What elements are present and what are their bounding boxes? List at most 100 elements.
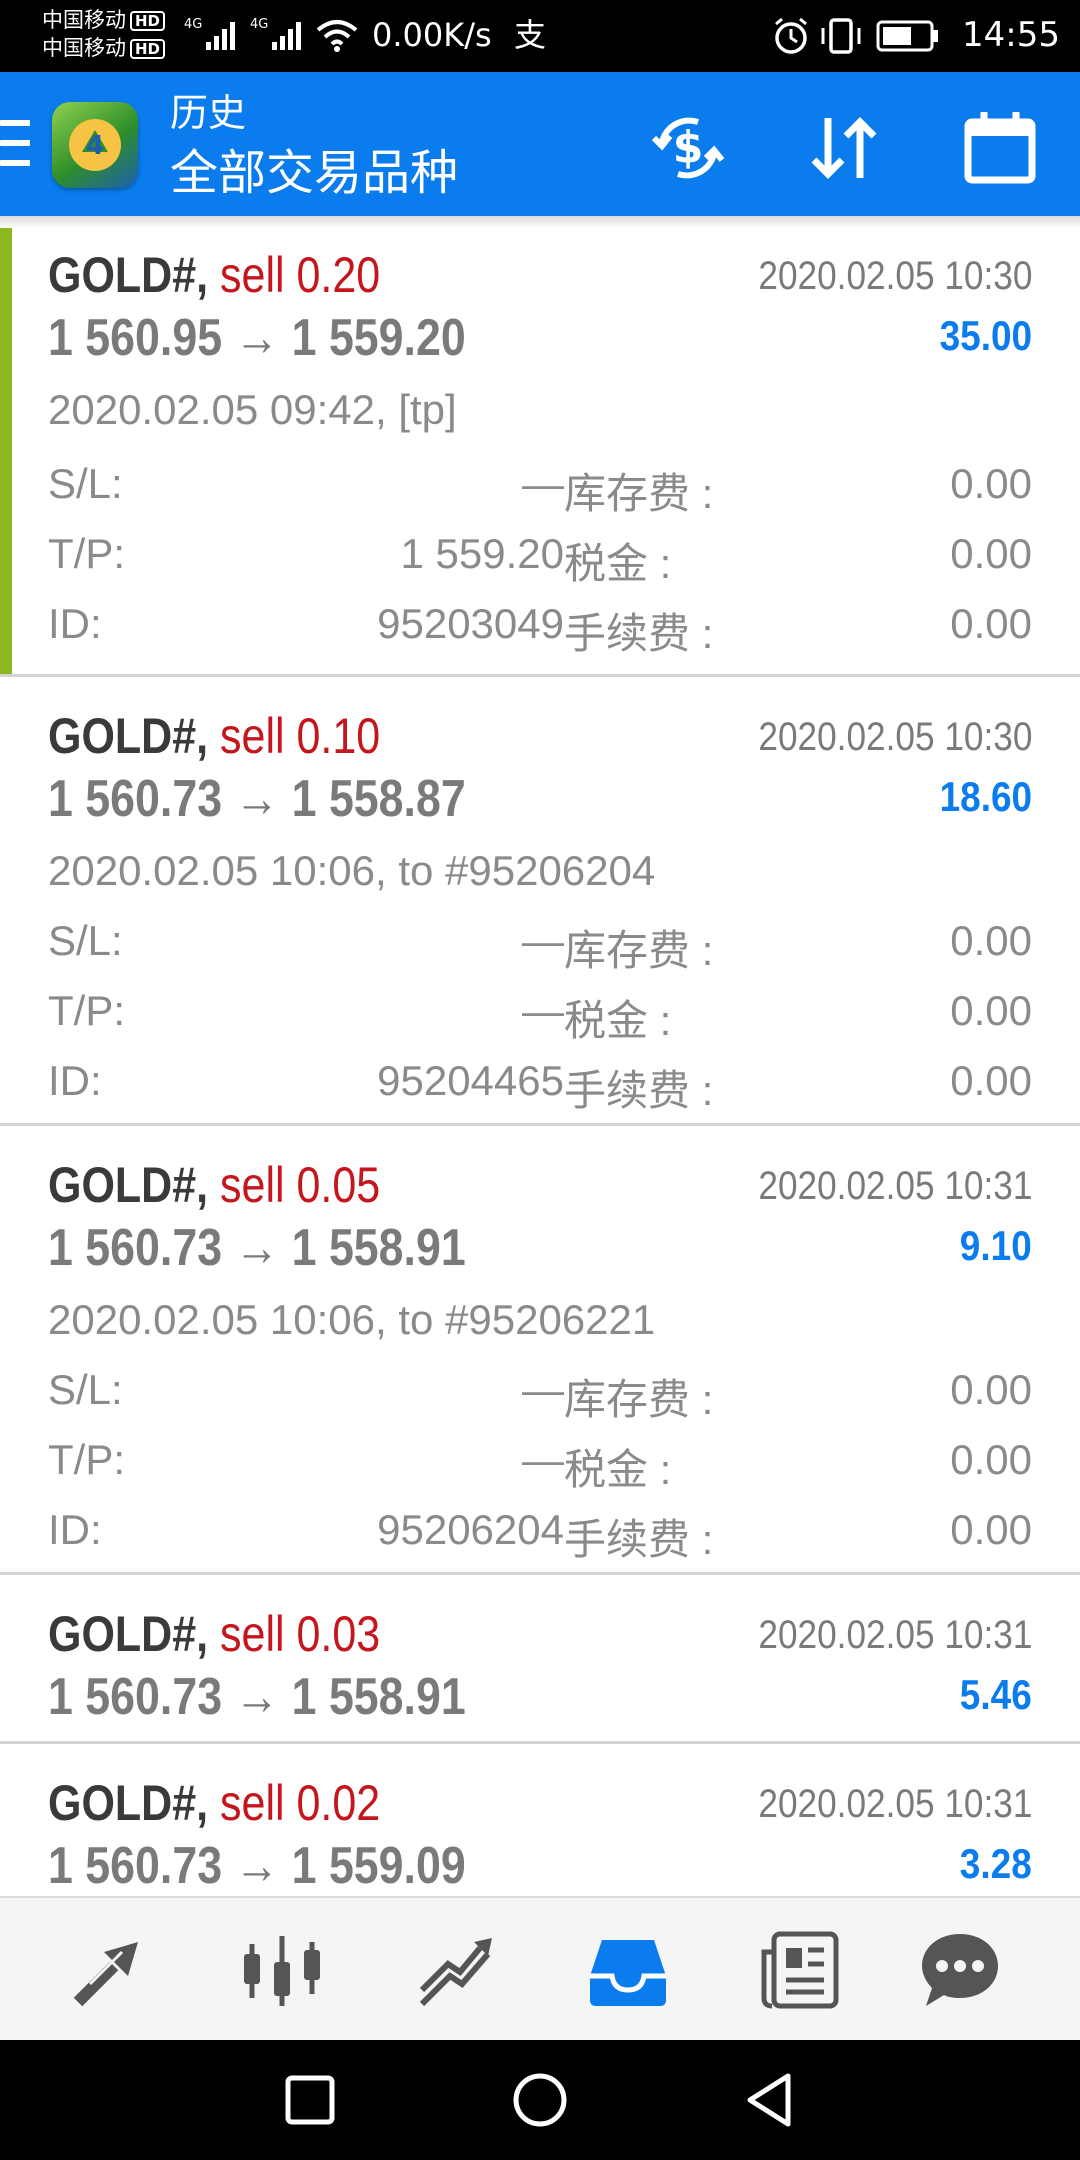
svg-text:4: 4	[86, 131, 104, 161]
id-label: ID:	[48, 1506, 102, 1553]
symbol: GOLD#,	[48, 247, 209, 303]
detail-row-sl: S/L: — 库存费 : 0.00	[48, 1366, 1032, 1426]
history-icon[interactable]	[586, 1928, 670, 2012]
trade-card[interactable]: GOLD#, sell 0.10 2020.02.05 10:30 1 560.…	[0, 677, 1080, 1126]
quotes-icon[interactable]	[68, 1928, 152, 2012]
id-label: ID:	[48, 1057, 102, 1104]
clock: 14:55	[962, 15, 1060, 55]
svg-text:4G: 4G	[250, 17, 268, 32]
sl-label: S/L:	[48, 917, 123, 964]
swap-label: 库存费 :	[564, 470, 714, 517]
news-icon[interactable]	[758, 1928, 842, 2012]
detail-row-tp: T/P: — 税金 : 0.00	[48, 987, 1032, 1047]
trade-card[interactable]: GOLD#, sell 0.03 2020.02.05 10:31 1 560.…	[0, 1575, 1080, 1744]
svg-text:$: $	[673, 122, 704, 173]
close-time: 2020.02.05 10:31	[757, 1782, 1032, 1826]
fee-value: 0.00	[950, 600, 1032, 647]
swap-value: 0.00	[950, 1366, 1032, 1413]
trade-card[interactable]: GOLD#, sell 0.02 2020.02.05 10:31 1 560.…	[0, 1744, 1080, 1896]
signal-icon-2: 4G	[250, 17, 301, 50]
page-title: 历史	[170, 93, 247, 135]
detail-row-id: ID: 95206204 手续费 : 0.00	[48, 1506, 1032, 1566]
selected-indicator	[0, 228, 12, 674]
currency-exchange-icon[interactable]: $	[648, 108, 728, 188]
carrier-2: 中国移动	[42, 36, 126, 60]
symbol-filter[interactable]: 全部交易品种	[170, 144, 458, 204]
profit: 18.60	[939, 773, 1032, 820]
hd-badge-2: HD	[130, 39, 166, 59]
tax-label: 税金 :	[564, 540, 672, 587]
fee-label: 手续费 :	[564, 1067, 714, 1114]
swap-value: 0.00	[950, 917, 1032, 964]
calendar-icon[interactable]	[960, 108, 1040, 188]
trade-side: sell 0.02	[220, 1775, 381, 1831]
profit: 5.46	[960, 1671, 1032, 1718]
trade-title: GOLD#, sell 0.03	[48, 1605, 380, 1663]
trade-title: GOLD#, sell 0.05	[48, 1156, 380, 1214]
price-change: 1 560.73 → 1 558.87	[48, 770, 466, 828]
symbol: GOLD#,	[48, 1157, 209, 1213]
fee-label: 手续费 :	[564, 610, 714, 657]
open-info: 2020.02.05 10:06, to #95206221	[48, 1296, 656, 1343]
tp-value: —	[522, 1436, 564, 1483]
trade-card[interactable]: GOLD#, sell 0.20 2020.02.05 10:30 1 560.…	[0, 216, 1080, 677]
home-icon[interactable]	[510, 2070, 570, 2130]
chart-icon[interactable]	[240, 1928, 324, 2012]
detail-row-id: ID: 95203049 手续费 : 0.00	[48, 600, 1032, 660]
bottom-navigation	[0, 1896, 1080, 2042]
symbol: GOLD#,	[48, 1606, 209, 1662]
tax-label: 税金 :	[564, 997, 672, 1044]
id-label: ID:	[48, 600, 102, 647]
tp-label: T/P:	[48, 530, 126, 577]
swap-label: 库存费 :	[564, 1376, 714, 1423]
hd-badge: HD	[130, 11, 166, 31]
price-change: 1 560.73 → 1 558.91	[48, 1219, 466, 1277]
fee-label: 手续费 :	[564, 1516, 714, 1563]
tax-value: 0.00	[950, 530, 1032, 577]
symbol: GOLD#,	[48, 708, 209, 764]
trade-side: sell 0.10	[220, 708, 381, 764]
alarm-icon	[775, 17, 807, 54]
trade-title: GOLD#, sell 0.10	[48, 707, 380, 765]
back-icon[interactable]	[740, 2070, 800, 2130]
price-change: 1 560.73 → 1 559.09	[48, 1837, 466, 1895]
trade-card[interactable]: GOLD#, sell 0.05 2020.02.05 10:31 1 560.…	[0, 1126, 1080, 1575]
chat-icon[interactable]	[918, 1928, 1002, 2012]
sl-label: S/L:	[48, 1366, 123, 1413]
tax-value: 0.00	[950, 987, 1032, 1034]
tax-label: 税金 :	[564, 1446, 672, 1493]
trade-side: sell 0.20	[220, 247, 381, 303]
symbol: GOLD#,	[48, 1775, 209, 1831]
detail-row-id: ID: 95204465 手续费 : 0.00	[48, 1057, 1032, 1117]
app-bar: 4 历史 全部交易品种 $	[0, 72, 1080, 216]
open-info: 2020.02.05 10:06, to #95206204	[48, 847, 656, 894]
system-navigation	[0, 2040, 1080, 2160]
carrier-1: 中国移动	[42, 8, 126, 32]
status-bar: 中国移动 HD 中国移动 HD 4G 4G 0.00K/s 支 14:55	[0, 0, 1080, 72]
detail-row-sl: S/L: — 库存费 : 0.00	[48, 460, 1032, 520]
menu-icon[interactable]	[0, 120, 30, 166]
trade-title: GOLD#, sell 0.02	[48, 1774, 380, 1832]
trade-title: GOLD#, sell 0.20	[48, 246, 380, 304]
sl-value: —	[522, 917, 564, 964]
tp-label: T/P:	[48, 987, 126, 1034]
profit: 9.10	[960, 1222, 1032, 1269]
close-time: 2020.02.05 10:30	[757, 254, 1032, 298]
tp-value: 1 559.20	[400, 530, 565, 577]
sl-label: S/L:	[48, 460, 123, 507]
close-time: 2020.02.05 10:30	[757, 715, 1032, 759]
history-list[interactable]: GOLD#, sell 0.20 2020.02.05 10:30 1 560.…	[0, 216, 1080, 1896]
open-info: 2020.02.05 09:42, [tp]	[48, 386, 457, 433]
sl-value: —	[522, 460, 564, 507]
carrier-info: 中国移动 HD 中国移动 HD	[42, 6, 166, 62]
tax-value: 0.00	[950, 1436, 1032, 1483]
trade-icon[interactable]	[414, 1928, 498, 2012]
network-speed: 0.00K/s	[372, 16, 492, 54]
battery-icon	[876, 20, 938, 52]
profit: 35.00	[939, 312, 1032, 359]
sort-icon[interactable]	[804, 108, 884, 188]
id-value: 95204465	[377, 1057, 564, 1104]
recent-apps-icon[interactable]	[280, 2070, 340, 2130]
signal-icon: 4G	[184, 17, 235, 50]
trade-side: sell 0.03	[220, 1606, 381, 1662]
